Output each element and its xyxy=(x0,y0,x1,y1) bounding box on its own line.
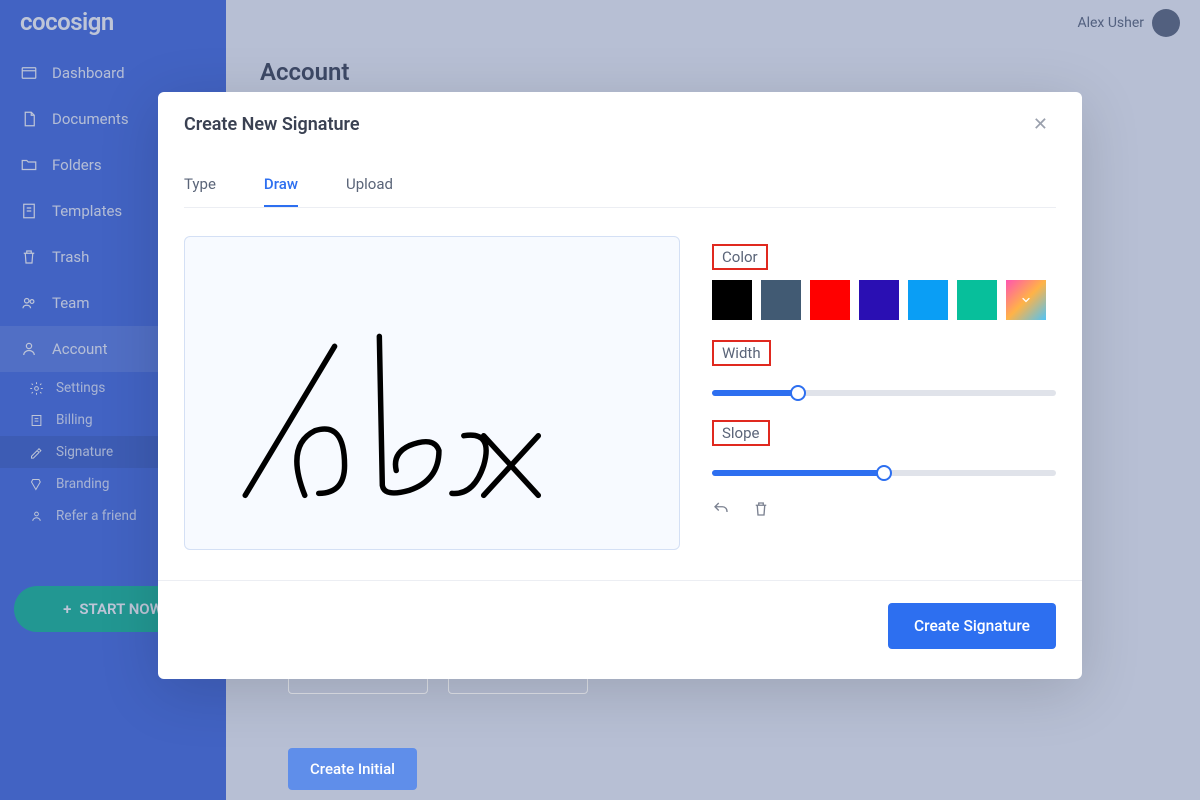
create-signature-button[interactable]: Create Signature xyxy=(888,603,1056,649)
swatch-custom[interactable] xyxy=(1006,280,1046,320)
undo-icon xyxy=(712,500,730,518)
tab-type[interactable]: Type xyxy=(184,165,216,207)
slope-slider-thumb[interactable] xyxy=(876,465,892,481)
width-slider-thumb[interactable] xyxy=(790,385,806,401)
modal-tabs: Type Draw Upload xyxy=(184,157,1056,208)
close-icon[interactable]: ✕ xyxy=(1025,110,1056,139)
swatch-black[interactable] xyxy=(712,280,752,320)
swatch-slate[interactable] xyxy=(761,280,801,320)
swatch-indigo[interactable] xyxy=(859,280,899,320)
clear-button[interactable] xyxy=(752,500,770,522)
create-initial-button[interactable]: Create Initial xyxy=(288,748,417,790)
color-label: Color xyxy=(712,244,768,270)
tab-draw[interactable]: Draw xyxy=(264,165,298,207)
signature-canvas[interactable] xyxy=(184,236,680,550)
modal-title: Create New Signature xyxy=(184,114,360,135)
trash-icon xyxy=(752,500,770,518)
color-swatches xyxy=(712,280,1056,320)
slope-label: Slope xyxy=(712,420,770,446)
tab-upload[interactable]: Upload xyxy=(346,165,393,207)
swatch-blue[interactable] xyxy=(908,280,948,320)
undo-button[interactable] xyxy=(712,500,730,522)
drawn-signature xyxy=(185,237,679,549)
slope-slider[interactable] xyxy=(712,470,1056,476)
create-signature-modal: Create New Signature ✕ Type Draw Upload … xyxy=(158,92,1082,679)
swatch-teal[interactable] xyxy=(957,280,997,320)
signature-controls: Color Width Slope xyxy=(712,236,1056,550)
swatch-red[interactable] xyxy=(810,280,850,320)
width-label: Width xyxy=(712,340,771,366)
width-slider[interactable] xyxy=(712,390,1056,396)
chevron-down-icon xyxy=(1020,294,1032,306)
